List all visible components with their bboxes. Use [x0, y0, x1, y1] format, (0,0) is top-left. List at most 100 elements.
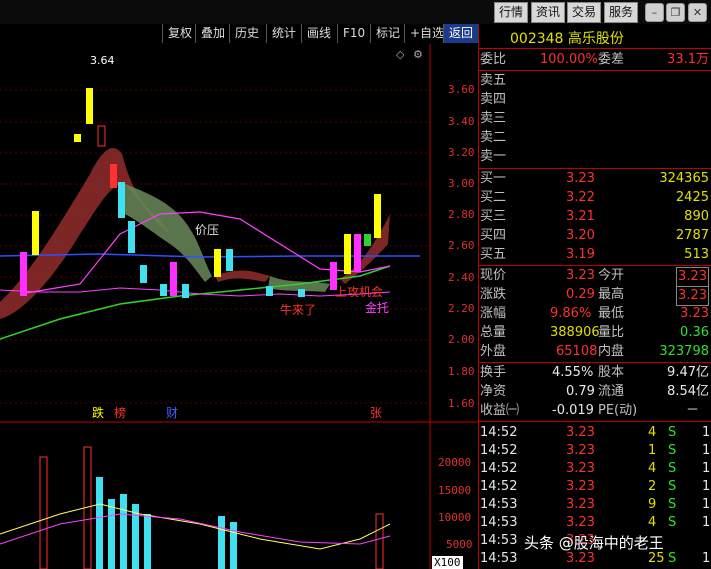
volume-bar — [120, 494, 127, 569]
volume-bar — [375, 513, 384, 569]
fund-row: 换手 4.55% 股本 9.47亿 — [480, 365, 709, 380]
stock-name: 高乐股份 — [567, 31, 624, 47]
price-tick: 2.40 — [448, 271, 475, 284]
settings-icon[interactable]: ⚙ — [413, 48, 423, 61]
candle — [97, 125, 106, 147]
quote-row: 总量 388906 量比 0.36 — [480, 325, 709, 340]
tool-fuquan[interactable]: 复权 — [162, 24, 197, 43]
price-tick: 2.80 — [448, 208, 475, 221]
candle — [374, 194, 381, 238]
buy-row: 买三 3.21 890 — [480, 209, 709, 224]
candle — [140, 265, 147, 283]
price-tick: 3.20 — [448, 146, 475, 159]
marker-fall: 跌 — [92, 405, 104, 420]
candle — [118, 182, 125, 218]
marker-finance: 财 — [166, 406, 178, 420]
candle — [226, 249, 233, 271]
vol-ma-yellow — [0, 503, 391, 550]
annotation-bull: 牛来了 — [280, 302, 316, 317]
sell-1: 卖一 — [480, 149, 507, 164]
candle — [170, 262, 177, 296]
tick-row: 14:53 3.23 4 S 1 — [480, 515, 711, 530]
tool-history[interactable]: 历史 — [229, 24, 264, 43]
price-tick: 2.00 — [448, 333, 475, 346]
red-band-2 — [215, 270, 270, 282]
tool-stats[interactable]: 统计 — [266, 24, 301, 43]
volume-bar — [96, 477, 103, 569]
annotation-gold-support: 金托 — [365, 300, 389, 315]
quote-row: 涨幅 9.86% 最低 3.23 — [480, 306, 709, 321]
annotation-price-pressure: 价压 — [195, 223, 219, 237]
volume-tick: 5000 — [446, 538, 473, 551]
candle — [344, 234, 351, 274]
quote-row: 现价 3.23 今开 3.23 — [480, 267, 711, 287]
marker-rank: 榜 — [114, 405, 126, 420]
volume-tick: 20000 — [438, 456, 472, 469]
candle — [74, 134, 81, 142]
candle — [214, 249, 221, 277]
fund-row: 净资 0.79 流通 8.54亿 — [480, 384, 709, 399]
candle — [364, 234, 371, 246]
sell-2: 卖二 — [480, 130, 507, 145]
tick-row: 14:52 3.23 4 S 1 — [480, 461, 711, 476]
price-tick: 2.20 — [448, 302, 475, 315]
sell-3: 卖三 — [480, 111, 507, 126]
watermark: 头条 @股海中的老王 — [524, 534, 664, 552]
volume-bar — [218, 516, 225, 569]
price-tick: 1.60 — [448, 397, 475, 410]
tool-overlay[interactable]: 叠加 — [195, 24, 230, 43]
tick-row: 14:52 3.23 2 S 1 — [480, 479, 711, 494]
close-icon[interactable]: ✕ — [688, 3, 707, 22]
volume-bars — [39, 446, 384, 569]
candle — [298, 289, 305, 297]
candle — [266, 286, 273, 296]
news-menu-button[interactable]: 资讯 — [531, 2, 566, 23]
marker-rise: 张 — [370, 406, 382, 420]
price-tick: 3.60 — [448, 83, 475, 96]
candle — [86, 88, 93, 124]
annotation-attack-chance: 上攻机会 — [335, 285, 383, 299]
service-menu-button[interactable]: 服务 — [604, 2, 639, 23]
candle — [110, 164, 117, 188]
volume-bar — [108, 499, 115, 569]
volume-bar — [144, 514, 151, 569]
volume-tick: 10000 — [438, 511, 472, 524]
buy-row: 买二 3.22 2425 — [480, 190, 709, 205]
tool-draw[interactable]: 画线 — [301, 24, 336, 43]
stock-code: 002348 — [510, 31, 564, 47]
price-tick: 1.80 — [448, 365, 475, 378]
tool-mark[interactable]: 标记 — [370, 24, 405, 43]
candle — [160, 284, 167, 296]
volume-tick: 15000 — [438, 484, 472, 497]
candle — [128, 221, 135, 253]
restore-icon[interactable]: ❐ — [666, 3, 685, 22]
price-tick: 2.60 — [448, 239, 475, 252]
tool-back[interactable]: 返回 — [443, 24, 479, 43]
tick-row: 14:53 3.23 9 S 1 — [480, 497, 711, 512]
diamond-icon[interactable]: ◇ — [396, 48, 405, 61]
kline-chart[interactable]: ◇ ⚙ 3.64 价压 上攻机会 牛来了 金托 跌 榜 财 张 — [0, 44, 478, 569]
volume-bar — [39, 456, 48, 569]
trade-menu-button[interactable]: 交易 — [567, 2, 602, 23]
candle — [182, 284, 189, 298]
buy-row: 买四 3.20 2787 — [480, 228, 709, 243]
volume-bar — [230, 522, 237, 569]
candle — [32, 211, 39, 255]
quote-row: 外盘 65108 内盘 323798 — [480, 344, 709, 359]
sell-4: 卖四 — [480, 92, 507, 107]
candle — [20, 252, 27, 296]
volume-unit: X100 — [432, 556, 463, 569]
quote-row: 涨跌 0.29 最高 3.23 — [480, 286, 711, 306]
tick-row: 14:52 3.23 1 S 1 — [480, 443, 711, 458]
price-tick: 3.40 — [448, 115, 475, 128]
tick-row: 14:52 3.23 4 S 1 — [480, 425, 711, 440]
buy-row: 买五 3.19 513 — [480, 247, 709, 262]
tool-f10[interactable]: F10 — [337, 24, 370, 43]
sell-5: 卖五 — [480, 73, 507, 88]
high-label: 3.64 — [90, 54, 115, 67]
minimize-icon[interactable]: – — [645, 3, 664, 22]
candle — [354, 234, 361, 272]
weibi-row: 委比 100.00% 委差 33.1万 — [480, 52, 709, 67]
stock-header: 002348 高乐股份 — [510, 28, 624, 48]
quote-menu-button[interactable]: 行情 — [494, 2, 529, 23]
